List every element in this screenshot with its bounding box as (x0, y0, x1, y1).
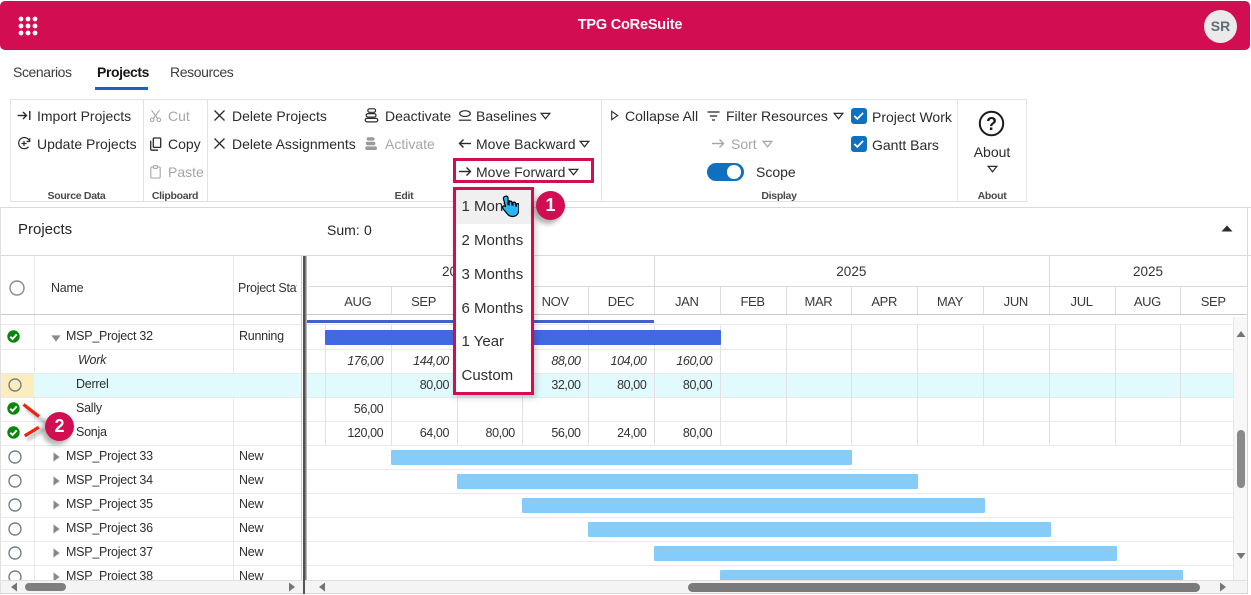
svg-text:?: ? (986, 114, 997, 134)
